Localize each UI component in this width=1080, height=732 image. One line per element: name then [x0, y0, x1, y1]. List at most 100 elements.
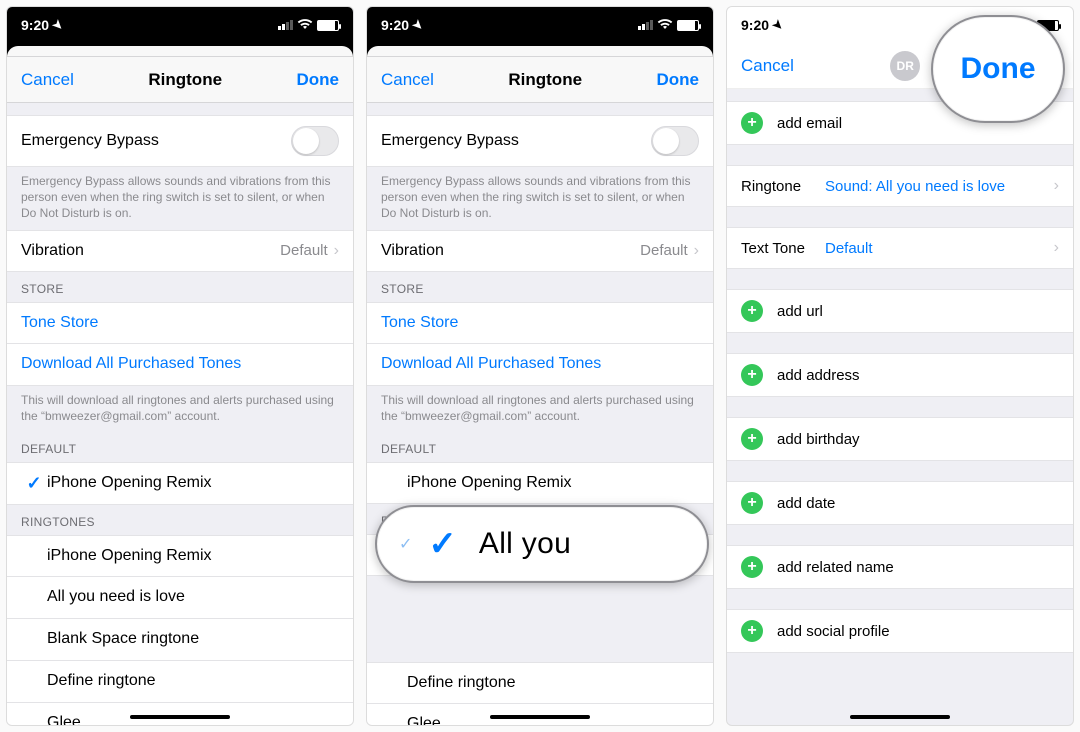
add-field-row[interactable]: +add address: [727, 353, 1073, 397]
ringtone-item[interactable]: Glee: [7, 703, 353, 725]
screen-1-ringtone-list: 9:20 ➤ Cancel Ringtone Done Emergency By…: [6, 6, 354, 726]
ringtone-item[interactable]: iPhone Opening Remix: [7, 535, 353, 577]
content-area: Emergency Bypass Emergency Bypass allows…: [367, 103, 713, 725]
store-header: STORE: [367, 272, 713, 302]
vibration-label: Vibration: [21, 242, 280, 260]
content-area: Emergency Bypass Emergency Bypass allows…: [7, 103, 353, 725]
checkmark-icon: ✓: [26, 473, 41, 494]
checkmark-icon: ✓: [399, 534, 412, 554]
tone-store-row[interactable]: Tone Store: [367, 302, 713, 344]
ringtone-item[interactable]: Define ringtone: [367, 662, 713, 704]
store-footer: This will download all ringtones and ale…: [7, 386, 353, 432]
ringtone-item-label: Define ringtone: [407, 674, 699, 692]
contact-avatar[interactable]: DR: [890, 51, 920, 81]
screen-3-contact-edit: 9:20 ➤ Cancel DR Done + add email Ringto…: [726, 6, 1074, 726]
add-field-label: add address: [777, 367, 1059, 384]
add-field-label: add url: [777, 303, 1059, 320]
cancel-button[interactable]: Cancel: [741, 56, 794, 76]
status-time: 9:20: [741, 17, 769, 33]
texttone-row[interactable]: Text Tone Default ›: [727, 227, 1073, 269]
texttone-row-label: Text Tone: [741, 240, 819, 257]
emergency-bypass-toggle[interactable]: [291, 126, 339, 156]
ringtones-header: RINGTONES: [7, 505, 353, 535]
ringtone-item[interactable]: All you need is love: [7, 577, 353, 619]
vibration-value: Default: [280, 242, 328, 259]
cancel-button[interactable]: Cancel: [381, 70, 434, 90]
battery-icon: [677, 20, 699, 31]
tone-store-link[interactable]: Tone Store: [381, 314, 699, 332]
ringtone-row[interactable]: Ringtone Sound: All you need is love ›: [727, 165, 1073, 207]
chevron-right-icon: ›: [334, 242, 339, 260]
default-ringtone-row[interactable]: iPhone Opening Remix: [367, 462, 713, 504]
add-field-label: add date: [777, 495, 1059, 512]
status-bar: 9:20 ➤: [367, 7, 713, 43]
ringtone-item[interactable]: Define ringtone: [7, 661, 353, 703]
chevron-right-icon: ›: [1054, 239, 1059, 257]
emergency-bypass-footer: Emergency Bypass allows sounds and vibra…: [7, 167, 353, 230]
add-field-label: add birthday: [777, 431, 1059, 448]
add-field-row[interactable]: +add related name: [727, 545, 1073, 589]
screen-2-ringtone-selected: 9:20 ➤ Cancel Ringtone Done Emergency By…: [366, 6, 714, 726]
home-indicator[interactable]: [130, 715, 230, 719]
done-button[interactable]: Done: [296, 70, 339, 90]
content-area: + add email Ringtone Sound: All you need…: [727, 89, 1073, 725]
done-button[interactable]: Done: [656, 70, 699, 90]
home-indicator[interactable]: [490, 715, 590, 719]
emergency-bypass-row[interactable]: Emergency Bypass: [367, 115, 713, 167]
nav-title: Ringtone: [148, 70, 222, 90]
callout-done-text: Done: [961, 52, 1036, 86]
add-icon: +: [741, 556, 763, 578]
download-tones-link[interactable]: Download All Purchased Tones: [381, 355, 699, 373]
location-icon: ➤: [410, 16, 427, 33]
home-indicator[interactable]: [850, 715, 950, 719]
status-bar: 9:20 ➤: [7, 7, 353, 43]
tone-store-row[interactable]: Tone Store: [7, 302, 353, 344]
default-ringtone-row[interactable]: ✓ iPhone Opening Remix: [7, 462, 353, 505]
add-icon: +: [741, 492, 763, 514]
emergency-bypass-row[interactable]: Emergency Bypass: [7, 115, 353, 167]
download-tones-link[interactable]: Download All Purchased Tones: [21, 355, 339, 373]
add-field-row[interactable]: + add date: [727, 481, 1073, 525]
callout-text: All you: [479, 527, 571, 561]
tone-store-link[interactable]: Tone Store: [21, 314, 339, 332]
cellular-icon: [278, 20, 293, 30]
location-icon: ➤: [770, 16, 787, 33]
ringtone-row-value: Sound: All you need is love: [825, 178, 1048, 195]
default-ringtone-label: iPhone Opening Remix: [407, 474, 699, 492]
add-field-row[interactable]: + add url: [727, 289, 1073, 333]
emergency-bypass-toggle[interactable]: [651, 126, 699, 156]
cancel-button[interactable]: Cancel: [21, 70, 74, 90]
callout-selected-ringtone: ✓ ✓ All you: [375, 505, 709, 583]
default-header: DEFAULT: [367, 432, 713, 462]
add-icon: +: [741, 300, 763, 322]
ringtone-item[interactable]: Blank Space ringtone: [7, 619, 353, 661]
cellular-icon: [638, 20, 653, 30]
sheet-grab-area: [367, 43, 713, 57]
texttone-row-value: Default: [825, 240, 1048, 257]
emergency-bypass-footer: Emergency Bypass allows sounds and vibra…: [367, 167, 713, 230]
location-icon: ➤: [50, 16, 67, 33]
callout-done-button: Done: [931, 15, 1065, 123]
vibration-row[interactable]: Vibration Default ›: [7, 230, 353, 272]
store-footer: This will download all ringtones and ale…: [367, 386, 713, 432]
chevron-right-icon: ›: [1054, 177, 1059, 195]
add-field-row[interactable]: + add birthday: [727, 417, 1073, 461]
default-header: DEFAULT: [7, 432, 353, 462]
add-field-row[interactable]: +add social profile: [727, 609, 1073, 653]
add-icon: +: [741, 620, 763, 642]
nav-bar: Cancel Ringtone Done: [7, 57, 353, 103]
vibration-label: Vibration: [381, 242, 640, 260]
wifi-icon: [297, 17, 313, 33]
battery-icon: [317, 20, 339, 31]
ringtone-row-label: Ringtone: [741, 178, 819, 195]
wifi-icon: [657, 17, 673, 33]
vibration-value: Default: [640, 242, 688, 259]
store-header: STORE: [7, 272, 353, 302]
ringtone-item-label: Define ringtone: [47, 672, 339, 690]
ringtone-item-label: All you need is love: [47, 588, 339, 606]
chevron-right-icon: ›: [694, 242, 699, 260]
add-icon: +: [741, 428, 763, 450]
download-tones-row[interactable]: Download All Purchased Tones: [7, 344, 353, 386]
vibration-row[interactable]: Vibration Default ›: [367, 230, 713, 272]
download-tones-row[interactable]: Download All Purchased Tones: [367, 344, 713, 386]
